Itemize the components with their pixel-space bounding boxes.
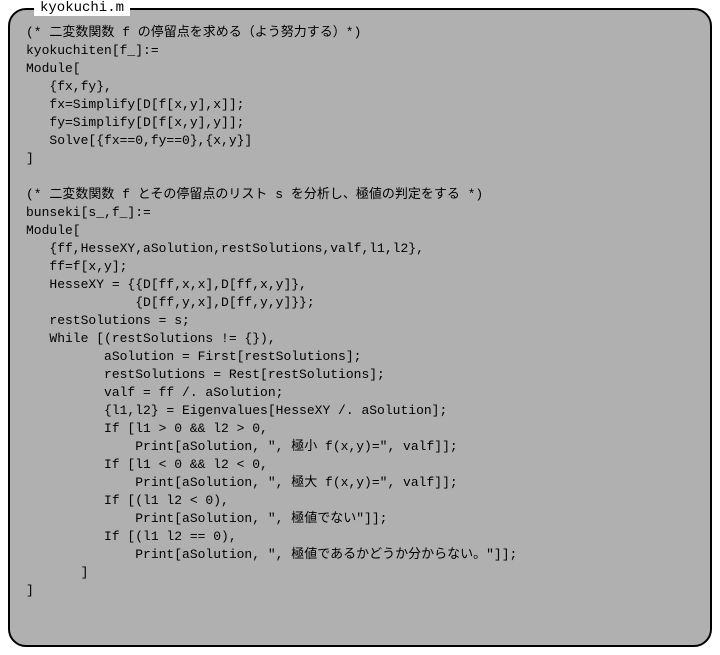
code-filename-label: kyokuchi.m <box>34 0 130 16</box>
code-listing-box: kyokuchi.m (* 二変数関数 f の停留点を求める（よう努力する）*)… <box>8 8 712 647</box>
code-content: (* 二変数関数 f の停留点を求める（よう努力する）*) kyokuchite… <box>26 24 694 600</box>
